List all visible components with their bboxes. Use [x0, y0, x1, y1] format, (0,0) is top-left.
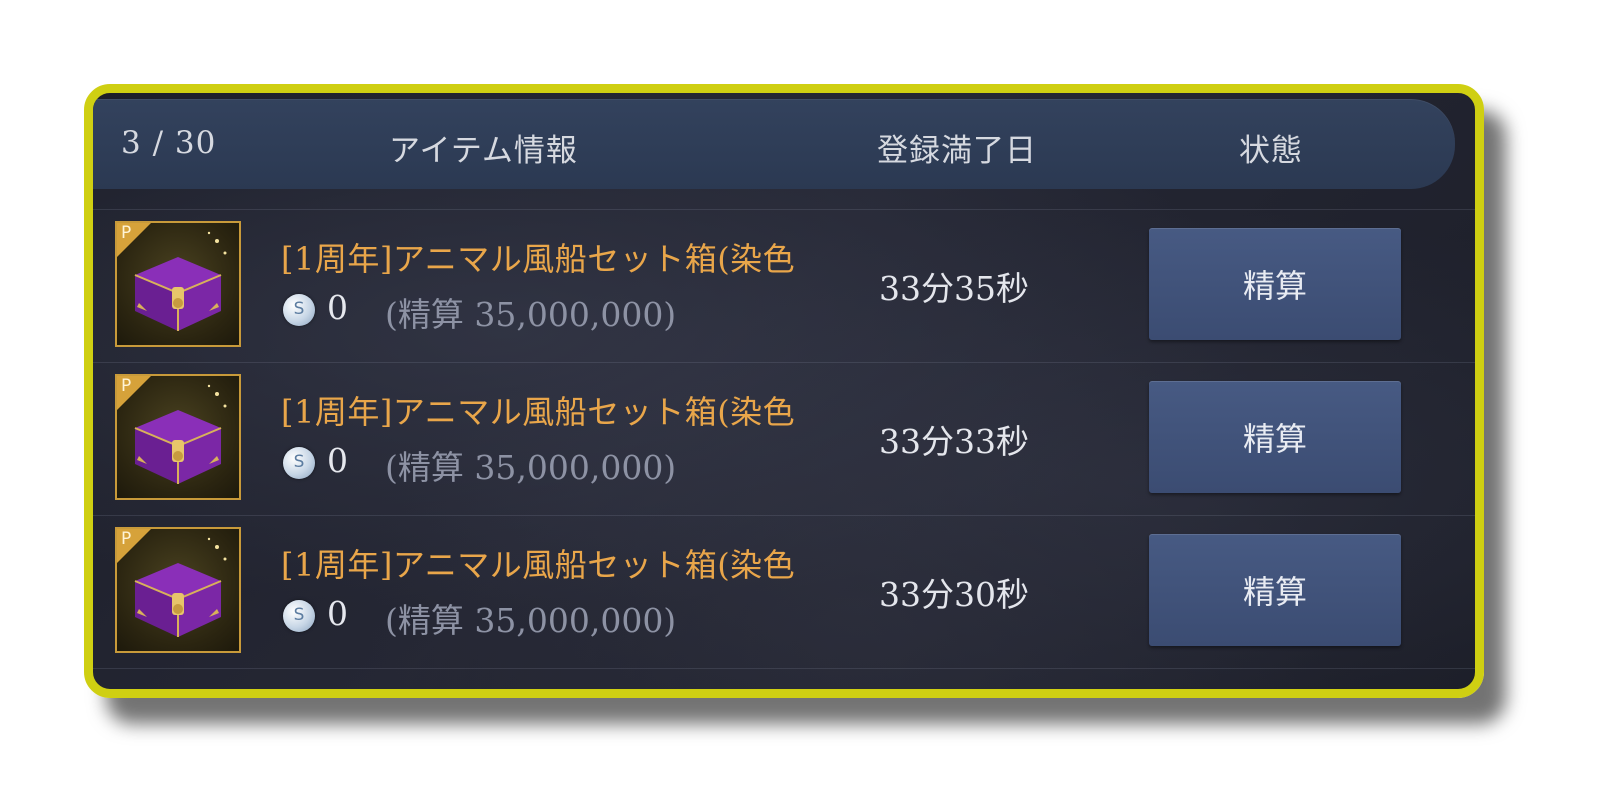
item-price: 0	[327, 594, 348, 633]
column-header-status: 状態	[1239, 133, 1303, 169]
settlement-amount: (精算 35,000,000)	[385, 448, 677, 487]
settle-button[interactable]: 精算	[1149, 534, 1401, 646]
purple-treasure-chest-icon[interactable]: P	[115, 221, 241, 347]
list-item: P [1周年]アニマル風船セット箱(染色 S 0 (精算 35,000,000)…	[93, 209, 1475, 362]
settle-button[interactable]: 精算	[1149, 381, 1401, 493]
list-item: P [1周年]アニマル風船セット箱(染色 S 0 (精算 35,000,000)…	[93, 362, 1475, 515]
list-header: 3 / 30 アイテム情報 登録満了日 状態	[93, 99, 1455, 189]
settle-button[interactable]: 精算	[1149, 228, 1401, 340]
coin-symbol: S	[293, 452, 305, 472]
silver-coin-icon: S	[283, 600, 315, 632]
time-remaining: 33分30秒	[879, 575, 1029, 614]
p-badge-letter: P	[121, 376, 132, 396]
item-name: [1周年]アニマル風船セット箱(染色	[281, 546, 796, 584]
item-name: [1周年]アニマル風船セット箱(染色	[281, 240, 796, 278]
silver-coin-icon: S	[283, 294, 315, 326]
purple-treasure-chest-icon[interactable]: P	[115, 527, 241, 653]
purple-treasure-chest-icon[interactable]: P	[115, 374, 241, 500]
silver-coin-icon: S	[283, 447, 315, 479]
time-remaining: 33分35秒	[879, 269, 1029, 308]
list-item: P [1周年]アニマル風船セット箱(染色 S 0 (精算 35,000,000)…	[93, 515, 1475, 669]
settlement-amount: (精算 35,000,000)	[385, 601, 677, 640]
item-price: 0	[327, 441, 348, 480]
column-header-expiry-date: 登録満了日	[877, 133, 1037, 169]
time-remaining: 33分33秒	[879, 422, 1029, 461]
settlement-amount: (精算 35,000,000)	[385, 295, 677, 334]
item-count: 3 / 30	[121, 125, 217, 161]
item-price: 0	[327, 288, 348, 327]
coin-symbol: S	[293, 299, 305, 319]
p-badge-letter: P	[121, 223, 132, 243]
item-name: [1周年]アニマル風船セット箱(染色	[281, 393, 796, 431]
coin-symbol: S	[293, 605, 305, 625]
registered-items-panel: 3 / 30 アイテム情報 登録満了日 状態 P [1周年]アニマル風船セット箱…	[84, 84, 1484, 698]
column-header-item-info: アイテム情報	[389, 133, 578, 169]
p-badge-letter: P	[121, 529, 132, 549]
